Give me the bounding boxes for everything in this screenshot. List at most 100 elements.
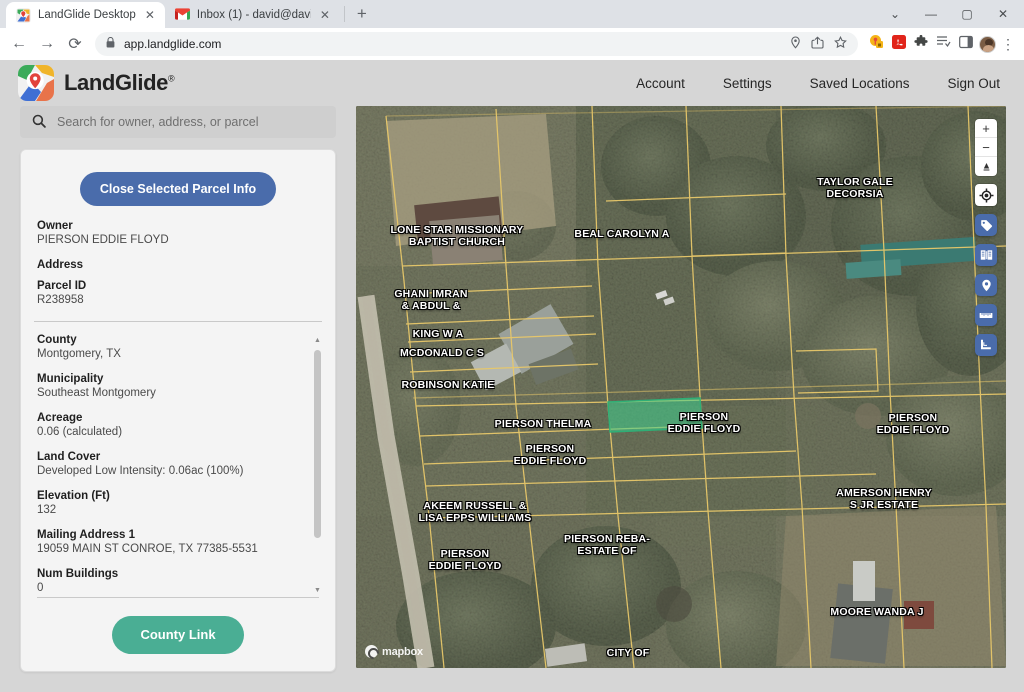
forward-icon[interactable]: → bbox=[34, 31, 60, 57]
field-label-owner: Owner bbox=[37, 220, 319, 232]
field-label-num-buildings: Num Buildings bbox=[37, 568, 307, 580]
tab-title: Inbox (1) - david@davidmdunn.c bbox=[197, 9, 311, 21]
search-placeholder: Search for owner, address, or parcel bbox=[57, 115, 259, 129]
map-container: LONE STAR MISSIONARY BAPTIST CHURCH BEAL… bbox=[356, 106, 1006, 668]
landglide-icon bbox=[16, 8, 31, 23]
maximize-icon[interactable]: ▢ bbox=[950, 1, 984, 27]
lock-icon bbox=[106, 37, 115, 51]
browser-chrome: LandGlide Desktop ✕ Inbox (1) - david@da… bbox=[0, 0, 1024, 60]
field-label-land-cover: Land Cover bbox=[37, 451, 307, 463]
omnibox-actions bbox=[790, 36, 847, 52]
mapbox-attribution[interactable]: mapbox bbox=[365, 645, 423, 658]
close-tab-icon[interactable]: ✕ bbox=[143, 9, 157, 21]
reading-list-icon[interactable] bbox=[936, 35, 951, 53]
satellite-imagery bbox=[356, 106, 1006, 668]
area-measure-tool-button[interactable] bbox=[975, 334, 997, 356]
panel-divider bbox=[34, 321, 322, 322]
location-pin-icon[interactable] bbox=[790, 36, 801, 52]
adobe-acrobat-icon[interactable] bbox=[892, 35, 906, 54]
scrollbar-thumb[interactable] bbox=[314, 350, 321, 538]
field-value-municipality: Southeast Montgomery bbox=[37, 387, 307, 399]
nav-item-saved-locations[interactable]: Saved Locations bbox=[810, 76, 910, 91]
field-value-county: Montgomery, TX bbox=[37, 348, 307, 360]
layers-tool-button[interactable] bbox=[975, 244, 997, 266]
url-text: app.landglide.com bbox=[124, 37, 221, 51]
app-body: Search for owner, address, or parcel Clo… bbox=[0, 106, 1024, 672]
key-shield-icon[interactable] bbox=[869, 34, 884, 54]
field-label-parcel-id: Parcel ID bbox=[37, 280, 319, 292]
gmail-icon bbox=[175, 8, 190, 23]
collapse-icon[interactable]: ⌄ bbox=[878, 1, 912, 27]
field-value-parcel-id: R238958 bbox=[37, 294, 319, 306]
field-label-municipality: Municipality bbox=[37, 373, 307, 385]
top-navigation: Account Settings Saved Locations Sign Ou… bbox=[636, 76, 1008, 91]
field-label-elevation: Elevation (Ft) bbox=[37, 490, 307, 502]
ruler-tool-button[interactable] bbox=[975, 304, 997, 326]
minimize-icon[interactable]: — bbox=[914, 1, 948, 27]
nav-item-account[interactable]: Account bbox=[636, 76, 685, 91]
zoom-out-button[interactable]: − bbox=[975, 138, 997, 157]
brand[interactable]: LandGlide® bbox=[18, 65, 174, 101]
label-tool-button[interactable] bbox=[975, 214, 997, 236]
window-controls: ⌄ — ▢ ✕ bbox=[878, 0, 1020, 28]
field-value-elevation: 132 bbox=[37, 504, 307, 516]
nav-item-sign-out[interactable]: Sign Out bbox=[947, 76, 1000, 91]
tab-title: LandGlide Desktop bbox=[38, 9, 136, 21]
nav-item-settings[interactable]: Settings bbox=[723, 76, 772, 91]
parcel-details-list: County Montgomery, TX Municipality South… bbox=[34, 334, 310, 594]
field-value-acreage: 0.06 (calculated) bbox=[37, 426, 307, 438]
parcel-details-scroll-area[interactable]: County Montgomery, TX Municipality South… bbox=[34, 334, 322, 597]
landglide-app: LandGlide® Account Settings Saved Locati… bbox=[0, 60, 1024, 692]
avatar[interactable] bbox=[979, 36, 996, 53]
scroll-up-arrow-icon[interactable]: ▲ bbox=[313, 336, 322, 345]
map-pin-tool-button[interactable] bbox=[975, 274, 997, 296]
map-controls: + − bbox=[975, 119, 997, 356]
mapbox-attribution-text: mapbox bbox=[382, 646, 423, 658]
browser-tab-inbox[interactable]: Inbox (1) - david@davidmdunn.c ✕ bbox=[165, 2, 340, 28]
field-value-owner: PIERSON EDDIE FLOYD bbox=[37, 234, 319, 246]
close-window-icon[interactable]: ✕ bbox=[986, 1, 1020, 27]
landglide-map-pin-logo bbox=[18, 65, 54, 101]
field-value-mailing-address-1: 19059 MAIN ST CONROE, TX 77385-5531 bbox=[37, 543, 307, 555]
kebab-menu-icon[interactable]: ⋮ bbox=[998, 37, 1018, 51]
address-bar[interactable]: app.landglide.com bbox=[95, 32, 858, 56]
zoom-control-group: + − bbox=[975, 119, 997, 176]
share-icon[interactable] bbox=[811, 36, 824, 52]
north-arrow-icon[interactable] bbox=[975, 157, 997, 176]
side-panel-icon[interactable] bbox=[959, 35, 973, 54]
field-label-acreage: Acreage bbox=[37, 412, 307, 424]
zoom-in-button[interactable]: + bbox=[975, 119, 997, 138]
search-icon bbox=[32, 114, 46, 131]
parcel-info-panel: Close Selected Parcel Info Owner PIERSON… bbox=[20, 149, 336, 672]
bookmark-star-icon[interactable] bbox=[834, 36, 847, 52]
field-label-mailing-address-1: Mailing Address 1 bbox=[37, 529, 307, 541]
field-value-num-buildings: 0 bbox=[37, 582, 307, 594]
mapbox-logo-icon bbox=[365, 645, 378, 658]
panel-footer: County Link bbox=[37, 597, 319, 671]
reload-icon[interactable]: ⟳ bbox=[62, 31, 88, 57]
app-header: LandGlide® Account Settings Saved Locati… bbox=[0, 60, 1024, 106]
back-icon[interactable]: ← bbox=[6, 31, 32, 57]
trademark-symbol: ® bbox=[168, 74, 174, 84]
browser-toolbar: ← → ⟳ app.landglide.com bbox=[0, 28, 1024, 60]
puzzle-extensions-icon[interactable] bbox=[914, 35, 928, 54]
field-label-address: Address bbox=[37, 259, 319, 271]
field-label-county: County bbox=[37, 334, 307, 346]
close-selected-parcel-info-button[interactable]: Close Selected Parcel Info bbox=[80, 172, 276, 206]
search-input[interactable]: Search for owner, address, or parcel bbox=[20, 106, 336, 138]
locate-me-button[interactable] bbox=[975, 184, 997, 206]
page-title: LandGlide® bbox=[64, 70, 174, 96]
tab-strip: LandGlide Desktop ✕ Inbox (1) - david@da… bbox=[0, 0, 1024, 28]
map-view[interactable]: LONE STAR MISSIONARY BAPTIST CHURCH BEAL… bbox=[356, 106, 1006, 668]
scroll-down-arrow-icon[interactable]: ▼ bbox=[313, 586, 322, 595]
field-value-land-cover: Developed Low Intensity: 0.06ac (100%) bbox=[37, 465, 307, 477]
county-link-button[interactable]: County Link bbox=[112, 616, 244, 654]
tab-separator bbox=[344, 6, 345, 22]
panel-scrollbar[interactable]: ▲ ▼ bbox=[313, 336, 322, 595]
primary-fields: Owner PIERSON EDDIE FLOYD Address Parcel… bbox=[34, 220, 322, 319]
browser-tab-landglide[interactable]: LandGlide Desktop ✕ bbox=[6, 2, 165, 28]
new-tab-button[interactable]: + bbox=[349, 5, 375, 24]
close-tab-icon[interactable]: ✕ bbox=[318, 9, 332, 21]
left-column: Search for owner, address, or parcel Clo… bbox=[0, 106, 356, 672]
extension-icons bbox=[865, 34, 977, 54]
